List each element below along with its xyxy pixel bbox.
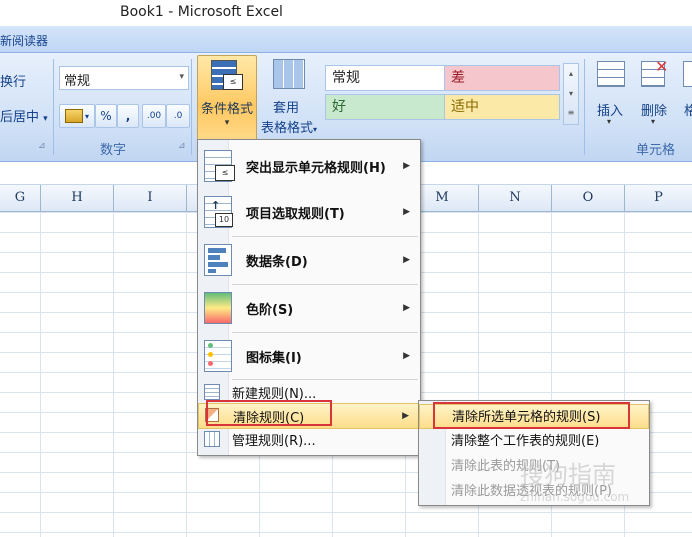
group-divider <box>53 59 54 155</box>
menu-separator <box>232 236 418 237</box>
merge-center-label: 后居中 <box>0 110 40 125</box>
annotation-box-clear-selected <box>433 402 630 429</box>
menu-item-manage-rules[interactable]: 管理规则(R)... <box>198 428 420 450</box>
highlight-cells-icon: ≤ <box>204 150 235 182</box>
watermark-logo: 搜狗指南 <box>520 461 616 489</box>
cell-style-good[interactable]: 好 <box>325 94 445 120</box>
menu-item-label: 新建规则(N)... <box>232 386 317 402</box>
chevron-down-icon: ▾ <box>651 117 656 126</box>
title-bar: Book1 - Microsoft Excel <box>0 0 692 26</box>
table-style-icon <box>273 59 305 89</box>
annotation-box-clear-rules <box>206 400 332 426</box>
format-label: 格 <box>684 104 692 119</box>
decrease-decimal-button[interactable]: .0 <box>166 104 190 128</box>
cell-style-normal-label: 常规 <box>332 70 360 86</box>
column-header-g[interactable]: G <box>0 185 41 211</box>
menu-separator <box>232 379 418 380</box>
cell-style-normal[interactable]: 常规 <box>325 65 445 91</box>
menu-item-data-bars[interactable]: 数据条(D) ▶ <box>198 238 420 282</box>
top-bottom-icon: ↑ 10 <box>204 196 233 228</box>
scroll-down-icon[interactable]: ▾ <box>564 84 578 104</box>
ribbon-tab-bar: 新阅读器 <box>0 26 692 53</box>
column-header-p[interactable]: P <box>625 185 692 211</box>
chevron-down-icon: ▾ <box>224 118 230 128</box>
group-divider <box>191 59 192 155</box>
menu-item-color-scales[interactable]: 色阶(S) ▶ <box>198 286 420 330</box>
window-title: Book1 - Microsoft Excel <box>120 4 283 20</box>
menu-item-label: 突出显示单元格规则(H) <box>246 160 386 176</box>
submenu-arrow-icon: ▶ <box>403 351 410 361</box>
format-as-table-button[interactable]: 套用 表格格式▾ <box>257 55 321 139</box>
cell-style-neutral[interactable]: 适中 <box>444 94 560 120</box>
column-header-h[interactable]: H <box>41 185 114 211</box>
watermark-url: zhinan.sogou.com <box>520 490 630 504</box>
currency-format-button[interactable]: ▾ <box>59 104 95 128</box>
cell-style-good-label: 好 <box>332 99 346 115</box>
icon-sets-icon <box>204 340 232 372</box>
conditional-format-icon: ≤ <box>211 60 243 90</box>
number-dialog-launcher-icon[interactable]: ⊿ <box>178 141 186 151</box>
cells-group-label: 单元格 <box>636 143 676 158</box>
submenu-item-clear-entire-sheet[interactable]: 清除整个工作表的规则(E) <box>419 429 649 454</box>
number-group-label: 数字 <box>100 143 127 158</box>
increase-decimal-button[interactable]: .00 <box>142 104 166 128</box>
menu-item-label: 数据条(D) <box>246 254 308 270</box>
format-cells-icon <box>683 61 692 87</box>
format-as-table-label-2: 表格格式▾ <box>257 117 321 136</box>
column-header-n[interactable]: N <box>479 185 552 211</box>
menu-item-label: 图标集(I) <box>246 350 302 366</box>
chevron-down-icon: ▾ <box>84 111 89 121</box>
submenu-arrow-icon: ▶ <box>402 411 409 421</box>
menu-item-label: 项目选取规则(T) <box>246 206 345 222</box>
new-rule-icon <box>204 384 220 400</box>
menu-item-label: 色阶(S) <box>246 302 294 318</box>
submenu-arrow-icon: ▶ <box>403 161 410 171</box>
color-scales-icon <box>204 292 232 324</box>
chevron-down-icon: ▾ <box>179 72 184 82</box>
menu-item-icon-sets[interactable]: 图标集(I) ▶ <box>198 334 420 378</box>
cell-style-bad-label: 差 <box>451 70 465 86</box>
conditional-formatting-label: 条件格式 <box>200 102 253 117</box>
menu-item-label: 管理规则(R)... <box>232 433 316 449</box>
merge-center-button[interactable]: 后居中 ▾ <box>0 106 48 125</box>
chevron-down-icon: ▾ <box>43 114 48 124</box>
conditional-formatting-button[interactable]: ≤ 条件格式 ▾ <box>197 55 257 141</box>
alignment-dialog-launcher-icon[interactable]: ⊿ <box>38 141 46 151</box>
format-as-table-text: 表格格式 <box>260 121 313 136</box>
wrap-text-button[interactable]: 换行 <box>0 71 26 90</box>
chevron-down-icon: ▾ <box>313 125 318 134</box>
format-cells-button[interactable]: 格 <box>681 57 692 127</box>
number-format-dropdown[interactable]: 常规 ▾ <box>59 66 189 90</box>
number-format-value: 常规 <box>64 74 91 89</box>
insert-cells-button[interactable]: 插入 ▾ <box>591 57 631 127</box>
column-header-o[interactable]: O <box>552 185 625 211</box>
manage-rules-icon <box>204 431 220 447</box>
percent-button[interactable]: % <box>95 104 117 128</box>
delete-x-icon: ✕ <box>655 57 669 76</box>
tab-reader[interactable]: 新阅读器 <box>0 32 48 49</box>
gallery-more-icon[interactable]: ≡ <box>564 104 578 122</box>
data-bars-icon <box>204 244 232 276</box>
scroll-up-icon[interactable]: ▴ <box>564 64 578 84</box>
submenu-arrow-icon: ▶ <box>403 207 410 217</box>
group-divider <box>584 59 585 155</box>
column-header-i[interactable]: I <box>114 185 187 211</box>
delete-cells-button[interactable]: ✕ 删除 ▾ <box>637 57 677 127</box>
format-as-table-label-1: 套用 <box>272 101 299 116</box>
currency-icon <box>64 109 83 123</box>
style-gallery-scroller[interactable]: ▴ ▾ ≡ <box>563 63 579 125</box>
menu-separator <box>232 332 418 333</box>
submenu-arrow-icon: ▶ <box>403 255 410 265</box>
comma-style-button[interactable]: , <box>117 104 139 128</box>
chevron-down-icon: ▾ <box>607 117 612 126</box>
menu-item-highlight-cells-rules[interactable]: ≤ 突出显示单元格规则(H) ▶ <box>198 144 420 188</box>
menu-separator <box>232 284 418 285</box>
insert-cells-icon <box>597 61 625 87</box>
submenu-arrow-icon: ▶ <box>403 303 410 313</box>
cell-style-bad[interactable]: 差 <box>444 65 560 91</box>
menu-item-top-bottom-rules[interactable]: ↑ 10 项目选取规则(T) ▶ <box>198 190 420 234</box>
cell-style-neutral-label: 适中 <box>451 99 479 115</box>
